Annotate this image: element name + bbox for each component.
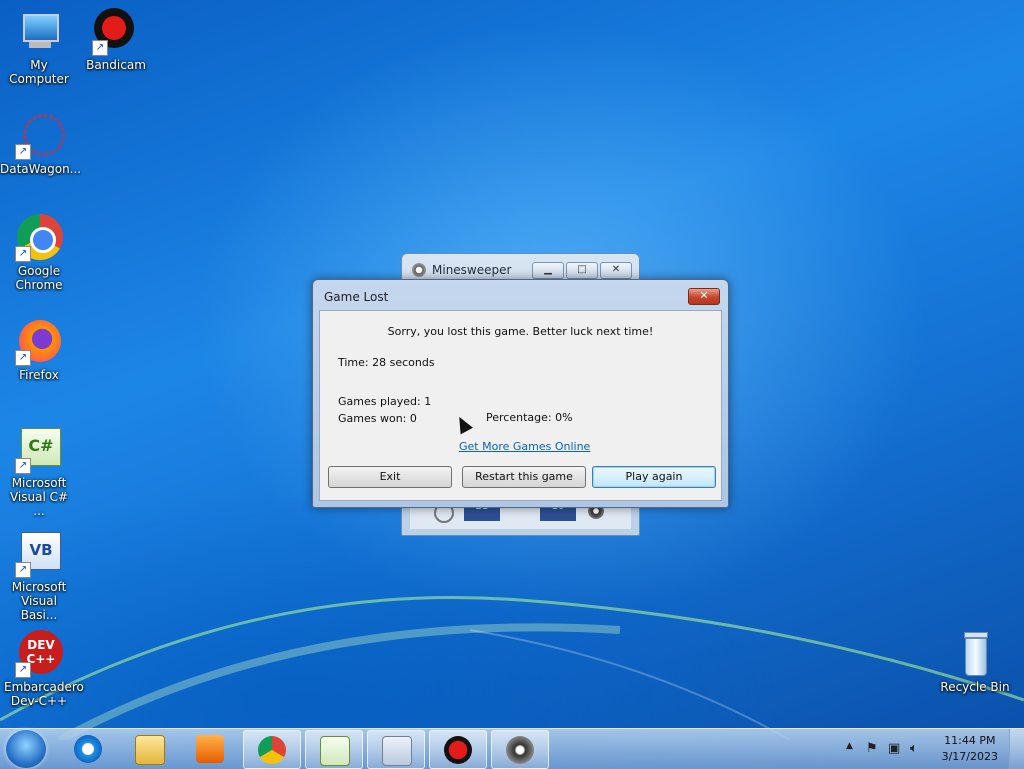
recycle-bin-icon: [951, 630, 999, 678]
taskbar-item-visual-csharp[interactable]: [305, 730, 363, 769]
exit-button[interactable]: Exit: [328, 466, 452, 488]
minesweeper-icon: [412, 263, 426, 277]
chrome-icon: ↗: [15, 214, 63, 262]
clock-date: 3/17/2023: [941, 750, 998, 763]
shortcut-arrow-icon: ↗: [15, 144, 31, 160]
games-played-stat: Games played: 1: [338, 395, 432, 408]
minesweeper-icon: [506, 736, 534, 764]
taskbar-item-explorer[interactable]: [121, 730, 177, 767]
taskbar-item-internet-explorer[interactable]: [60, 730, 116, 767]
desktop-icon-my-computer[interactable]: My Computer: [0, 8, 78, 86]
taskbar-item-bandicam[interactable]: [429, 730, 487, 769]
network-icon[interactable]: ▣: [888, 741, 900, 756]
show-hidden-icons-icon[interactable]: ▲: [846, 741, 853, 751]
bandicam-icon: [444, 736, 472, 764]
computer-icon: [15, 8, 63, 56]
shortcut-arrow-icon: ↗: [15, 562, 31, 578]
system-tray: ▲ ⚑ ▣ 🔈︎ 11:44 PM 3/17/2023: [842, 729, 1024, 769]
shortcut-arrow-icon: ↗: [92, 40, 108, 56]
desktop-icon-visual-basic[interactable]: VB ↗ Microsoft Visual Basi...: [0, 530, 78, 622]
time-stat: Time: 28 seconds: [338, 356, 435, 369]
bandicam-icon: ↗: [92, 8, 140, 56]
window-title: Minesweeper: [432, 263, 512, 277]
devcpp-icon: DEV C++ ↗: [15, 630, 63, 678]
desktop-icon-label: Microsoft Visual C# ...: [9, 476, 69, 518]
desktop-icon-label: Firefox: [19, 368, 59, 382]
desktop-icon-datawagon[interactable]: ↗ DataWagon...: [0, 112, 82, 176]
datawagon-icon: ↗: [15, 112, 65, 160]
media-player-icon: [196, 735, 224, 763]
restart-game-button[interactable]: Restart this game: [462, 466, 586, 488]
percentage-stat: Percentage: 0%: [486, 411, 573, 424]
taskbar-item-minesweeper[interactable]: [491, 730, 549, 769]
desktop-icon-label: Microsoft Visual Basi...: [11, 580, 67, 622]
visual-csharp-icon: [320, 736, 350, 766]
play-again-button[interactable]: Play again: [592, 466, 716, 488]
internet-explorer-icon: [74, 735, 102, 763]
folder-icon: [135, 735, 165, 765]
close-button[interactable]: ✕: [600, 262, 632, 279]
games-won-stat: Games won: 0: [338, 412, 417, 425]
shortcut-arrow-icon: ↗: [15, 246, 31, 262]
desktop-icon-devcpp[interactable]: DEV C++ ↗ Embarcadero Dev-C++: [0, 630, 84, 708]
volume-icon[interactable]: 🔈︎: [910, 741, 918, 756]
clock[interactable]: 11:44 PM 3/17/2023: [942, 733, 998, 765]
visual-csharp-icon: C# ↗: [15, 426, 63, 474]
game-lost-dialog[interactable]: Game Lost ✕ Sorry, you lost this game. B…: [312, 279, 729, 508]
shortcut-arrow-icon: ↗: [15, 350, 31, 366]
firefox-icon: ↗: [15, 318, 63, 366]
desktop-icon-label: Embarcadero Dev-C++: [4, 680, 84, 708]
shortcut-arrow-icon: ↗: [15, 662, 31, 678]
desktop-icon-visual-csharp[interactable]: C# ↗ Microsoft Visual C# ...: [0, 426, 78, 518]
desktop-icon-firefox[interactable]: ↗ Firefox: [0, 318, 78, 382]
dialog-close-button[interactable]: ✕: [688, 288, 720, 305]
minimize-button[interactable]: ▁: [532, 262, 564, 279]
taskbar: ▲ ⚑ ▣ 🔈︎ 11:44 PM 3/17/2023: [0, 728, 1024, 769]
visual-basic-icon: VB ↗: [15, 530, 63, 578]
desktop-icon-label: Recycle Bin: [940, 680, 1010, 694]
dialog-title: Game Lost: [324, 290, 389, 304]
wallpaper-swoosh: [0, 596, 1024, 740]
desktop-icon-label: Bandicam: [86, 58, 146, 72]
keyboard-app-icon: [382, 736, 412, 766]
desktop-icon-google-chrome[interactable]: ↗ Google Chrome: [0, 214, 78, 292]
chrome-icon: [258, 736, 286, 764]
start-button[interactable]: [6, 730, 46, 768]
taskbar-item-keyboard-app[interactable]: [367, 730, 425, 769]
desktop-icon-label: Google Chrome: [15, 264, 63, 292]
dialog-message: Sorry, you lost this game. Better luck n…: [387, 325, 654, 338]
taskbar-item-media-player[interactable]: [182, 730, 238, 767]
get-more-games-link[interactable]: Get More Games Online: [459, 440, 590, 453]
taskbar-item-chrome[interactable]: [243, 730, 301, 769]
desktop-icon-recycle-bin[interactable]: Recycle Bin: [936, 630, 1014, 694]
shortcut-arrow-icon: ↗: [15, 458, 31, 474]
show-desktop-button[interactable]: [1009, 729, 1024, 769]
desktop-icon-bandicam[interactable]: ↗ Bandicam: [77, 8, 155, 72]
dialog-content: Sorry, you lost this game. Better luck n…: [319, 310, 722, 501]
action-center-flag-icon[interactable]: ⚑: [866, 741, 878, 756]
clock-time: 11:44 PM: [944, 734, 996, 747]
desktop-icon-label: DataWagon...: [0, 162, 82, 176]
maximize-button[interactable]: □: [566, 262, 598, 279]
desktop-icon-label: My Computer: [9, 58, 69, 86]
